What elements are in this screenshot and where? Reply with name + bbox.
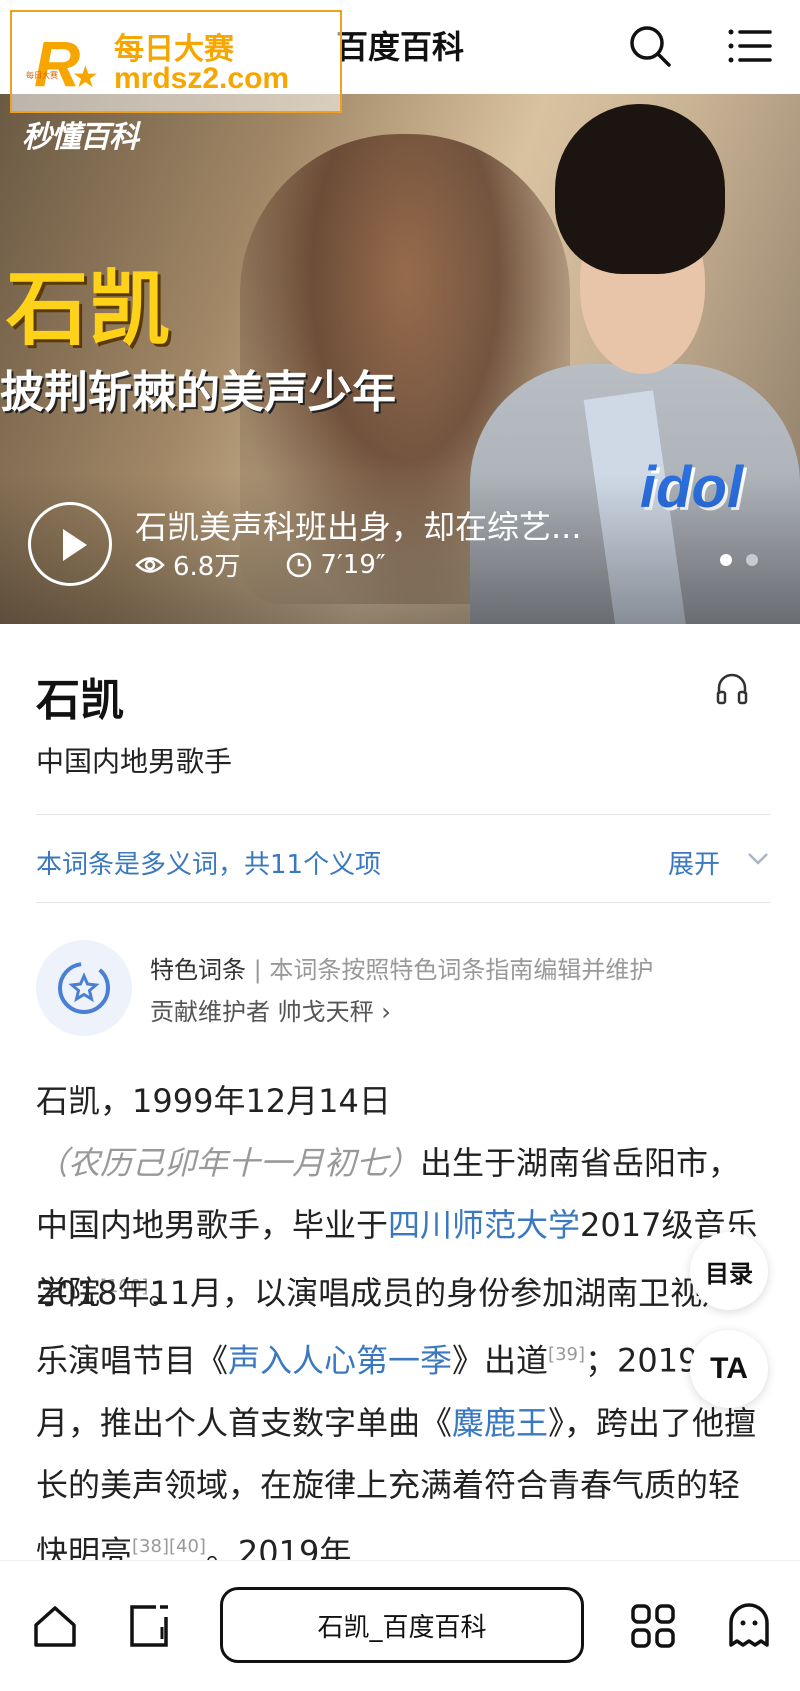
link-single[interactable]: 麋鹿王 [452,1404,548,1442]
search-icon[interactable] [628,24,672,68]
watermark: R ★ 每日大赛 每日大赛 mrdsz2.com [10,10,342,113]
chevron-right-icon[interactable]: › [381,998,391,1026]
article: 石凯 中国内地男歌手 本词条是多义词，共11个义项 展开 特色词条 | 本词条按… [0,624,800,1571]
contributor-prefix: 贡献维护者 [150,998,270,1026]
view-count: 6.8万 [173,552,241,582]
carousel-dot[interactable] [746,554,758,566]
home-icon[interactable] [32,1603,78,1649]
link-sichuan-normal-university[interactable]: 四川师范大学 [388,1206,580,1244]
video-brand: 秒懂百科 [22,121,139,154]
divider [36,814,770,815]
watermark-small-text: 每日大赛 [26,71,58,80]
contributor-line[interactable]: 贡献维护者 帅戈天秤 › [150,992,391,1027]
reference-link[interactable]: [39] [548,1344,585,1365]
video-player[interactable]: 秒懂百科 石凯 披荆斩棘的美声少年 idol 石凯美声科班出身，却在综艺... … [0,94,800,624]
watermark-url: mrdsz2.com [114,62,290,95]
grid-icon[interactable] [630,1603,676,1649]
play-button[interactable] [28,502,112,586]
featured-entry-icon [36,940,132,1036]
address-bar[interactable]: 石凯_百度百科 [220,1587,584,1663]
polysemy-link[interactable]: 本词条是多义词，共11个义项 [36,844,381,881]
video-duration: 7′19″ [320,549,386,580]
video-overlay-slogan: 披荆斩棘的美声少年 [0,367,396,418]
carousel-dot-active[interactable] [720,554,732,566]
text-run: 石凯，1999年12月14日 [36,1082,391,1120]
entry-description: 中国内地男歌手 [36,745,233,778]
ta-button[interactable]: TA [690,1330,768,1408]
video-overlay-name: 石凯 [6,262,171,357]
featured-entry-label: 特色词条 [150,956,246,984]
tabs-icon[interactable] [126,1603,172,1649]
featured-entry-line: 特色词条 | 本词条按照特色词条指南编辑并维护 [150,956,654,984]
toc-button[interactable]: 目录 [690,1232,768,1310]
contributor-name[interactable]: 帅戈天秤 [278,998,374,1026]
chevron-down-icon[interactable] [746,850,770,868]
video-meta: 6.8万 7′19″ [135,546,386,583]
featured-entry-note: 本词条按照特色词条指南编辑并维护 [269,956,654,984]
video-shade [0,474,800,624]
eye-icon [135,556,165,573]
link-show[interactable]: 声入人心第一季 [228,1342,452,1380]
entry-title: 石凯 [36,675,124,726]
clock-icon [287,552,312,577]
video-thumbnail-person-hair [555,104,725,274]
video-caption[interactable]: 石凯美声科班出身，却在综艺... [135,502,582,548]
text-run: 》出道 [452,1341,549,1380]
headphones-icon[interactable] [714,670,750,706]
divider [36,902,770,903]
paragraph: 2018年11月，以演唱成员的身份参加湖南卫视声乐演唱节目《声入人心第一季》出道… [36,1262,766,1583]
star-icon: ★ [72,60,99,95]
menu-icon[interactable] [728,28,772,64]
profile-icon[interactable] [726,1603,772,1649]
expand-button[interactable]: 展开 [668,844,720,881]
bottom-toolbar: 石凯_百度百科 [0,1560,800,1691]
reference-link[interactable]: [38][40] [132,1536,206,1557]
lunar-date-note: （农历己卯年十一月初七） [36,1144,421,1182]
